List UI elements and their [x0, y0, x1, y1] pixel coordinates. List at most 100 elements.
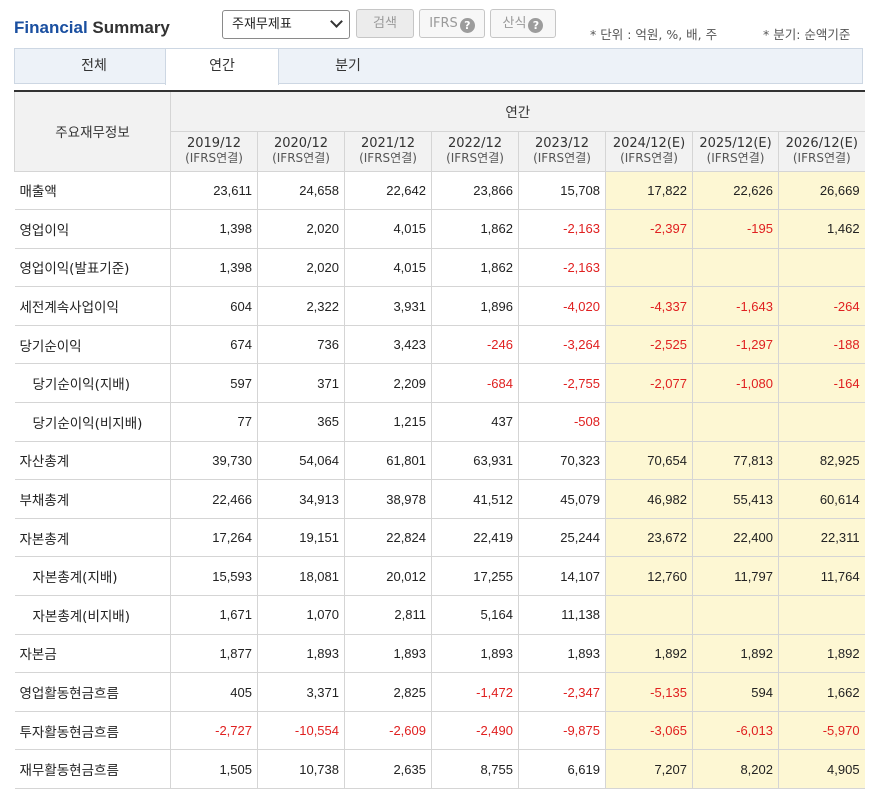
- column-period: 2025/12(E): [699, 136, 772, 151]
- help-icon: ?: [459, 18, 475, 33]
- table-cell: 3,931: [344, 286, 432, 326]
- tab-annual[interactable]: 연간: [165, 49, 279, 85]
- unit-note: * 단위 : 억원, %, 배, 주: [590, 27, 718, 42]
- column-header: 2020/12 (IFRS연결): [257, 130, 345, 172]
- table-cell: -1,643: [692, 286, 779, 326]
- table-cell: -2,755: [518, 363, 606, 404]
- table-cell: 594: [692, 672, 779, 712]
- row-label: 자본총계(지배): [14, 556, 171, 597]
- tab-quarterly[interactable]: 분기: [291, 49, 405, 83]
- table-cell: -188: [777, 324, 865, 365]
- table-row: 매출액 23,611 24,658 22,642 23,866 15,708 17,822 2…: [14, 170, 865, 211]
- table-cell: 24,658: [257, 170, 345, 211]
- table-cell: 1,215: [344, 402, 432, 442]
- corner-header: 주요재무정보: [14, 90, 171, 172]
- table-cell: 14,107: [518, 556, 606, 597]
- table-cell: 8,202: [692, 749, 779, 789]
- table-cell: 63,931: [431, 440, 519, 481]
- table-cell: [692, 247, 779, 288]
- table-cell: 1,892: [605, 633, 693, 674]
- title-rest: Summary: [87, 18, 170, 37]
- table-cell: 17,822: [605, 170, 693, 211]
- column-basis: (IFRS연결): [272, 151, 330, 165]
- table-cell: 22,311: [777, 517, 865, 558]
- table-row: 투자활동현금흐름 -2,727 -10,554 -2,609 -2,490 -9,875-…: [14, 710, 865, 751]
- column-period: 2026/12(E): [785, 136, 858, 151]
- row-label: 영업이익(발표기준): [14, 247, 171, 288]
- column-period: 2023/12: [534, 136, 589, 151]
- table-cell: 17,264: [170, 517, 258, 558]
- table-cell: 437: [431, 402, 519, 442]
- column-header: 2019/12 (IFRS연결): [170, 130, 258, 172]
- table-cell: 77,813: [692, 440, 779, 481]
- ifrs-button[interactable]: IFRS?: [419, 9, 485, 38]
- table-cell: 1,398: [170, 209, 258, 249]
- table-cell: 1,877: [170, 633, 258, 674]
- row-label: 자본총계(비지배): [14, 595, 171, 635]
- row-label: 영업이익: [14, 209, 171, 249]
- column-header: 2021/12 (IFRS연결): [344, 130, 432, 172]
- table-row: 자본총계(비지배) 1,671 1,070 2,811 5,164 11,138: [14, 595, 865, 635]
- table-cell: 11,764: [777, 556, 865, 597]
- statement-type-select[interactable]: 주재무제표: [222, 10, 350, 39]
- table-cell: -195: [692, 209, 779, 249]
- table-cell: -246: [431, 324, 519, 365]
- table-cell: 4,015: [344, 209, 432, 249]
- row-label: 영업활동현금흐름: [14, 672, 171, 712]
- table-cell: [777, 247, 865, 288]
- table-cell: 70,654: [605, 440, 693, 481]
- table-cell: 371: [257, 363, 345, 404]
- table-cell: 19,151: [257, 517, 345, 558]
- table-cell: 22,824: [344, 517, 432, 558]
- toolbar: Financial Summary 주재무제표 검색 IFRS? 산식? * 단…: [0, 0, 878, 48]
- table-cell: [777, 402, 865, 442]
- column-period: 2020/12: [273, 136, 328, 151]
- table-cell: -508: [518, 402, 606, 442]
- table-cell: 1,893: [344, 633, 432, 674]
- search-button[interactable]: 검색: [356, 9, 414, 38]
- table-cell: -10,554: [257, 710, 345, 751]
- table-cell: 38,978: [344, 479, 432, 519]
- row-label: 재무활동현금흐름: [14, 749, 171, 789]
- table-row: 재무활동현금흐름 1,505 10,738 2,635 8,755 6,619 7,207 8…: [14, 749, 865, 789]
- table-cell: 60,614: [777, 479, 865, 519]
- tab-all[interactable]: 전체: [37, 49, 151, 83]
- table-row: 영업이익 1,398 2,020 4,015 1,862 -2,163 -2,397 -195…: [14, 209, 865, 249]
- column-basis: (IFRS연결): [446, 151, 504, 165]
- table-row: 영업활동현금흐름 405 3,371 2,825 -1,472 -2,347 -5,135 5…: [14, 672, 865, 712]
- table-cell: 2,825: [344, 672, 432, 712]
- table-cell: -5,970: [777, 710, 865, 751]
- table-cell: -5,135: [605, 672, 693, 712]
- row-label: 당기순이익(비지배): [14, 402, 171, 442]
- column-header: 2023/12 (IFRS연결): [518, 130, 606, 172]
- page-title: Financial Summary: [14, 18, 170, 38]
- table-cell: 82,925: [777, 440, 865, 481]
- column-header: 2024/12(E) (IFRS연결): [605, 130, 693, 172]
- column-header: 2026/12(E) (IFRS연결): [777, 130, 865, 172]
- table-cell: 3,423: [344, 324, 432, 365]
- formula-button[interactable]: 산식?: [490, 9, 556, 38]
- period-tabs: 전체 연간 분기: [14, 48, 863, 85]
- table-cell: -1,472: [431, 672, 519, 712]
- table-cell: 25,244: [518, 517, 606, 558]
- table-cell: [777, 595, 865, 635]
- table-cell: 6,619: [518, 749, 606, 789]
- table-cell: 674: [170, 324, 258, 365]
- table-cell: 46,982: [605, 479, 693, 519]
- table-cell: -4,337: [605, 286, 693, 326]
- column-basis: (IFRS연결): [359, 151, 417, 165]
- table-cell: 2,020: [257, 247, 345, 288]
- table-cell: 34,913: [257, 479, 345, 519]
- table-cell: 1,398: [170, 247, 258, 288]
- table-cell: 1,505: [170, 749, 258, 789]
- table-cell: 597: [170, 363, 258, 404]
- table-row: 당기순이익(지배) 597 371 2,209 -684 -2,755 -2,077 -1,0…: [14, 363, 865, 404]
- column-period: 2019/12: [186, 136, 241, 151]
- table-cell: 61,801: [344, 440, 432, 481]
- statement-type-value: 주재무제표: [232, 17, 292, 32]
- table-cell: 2,020: [257, 209, 345, 249]
- ifrs-label: IFRS: [429, 16, 458, 31]
- table-row: 영업이익(발표기준) 1,398 2,020 4,015 1,862 -2,163: [14, 247, 865, 288]
- row-label: 당기순이익: [14, 324, 171, 365]
- table-row: 세전계속사업이익 604 2,322 3,931 1,896 -4,020 -4,337 -1…: [14, 286, 865, 326]
